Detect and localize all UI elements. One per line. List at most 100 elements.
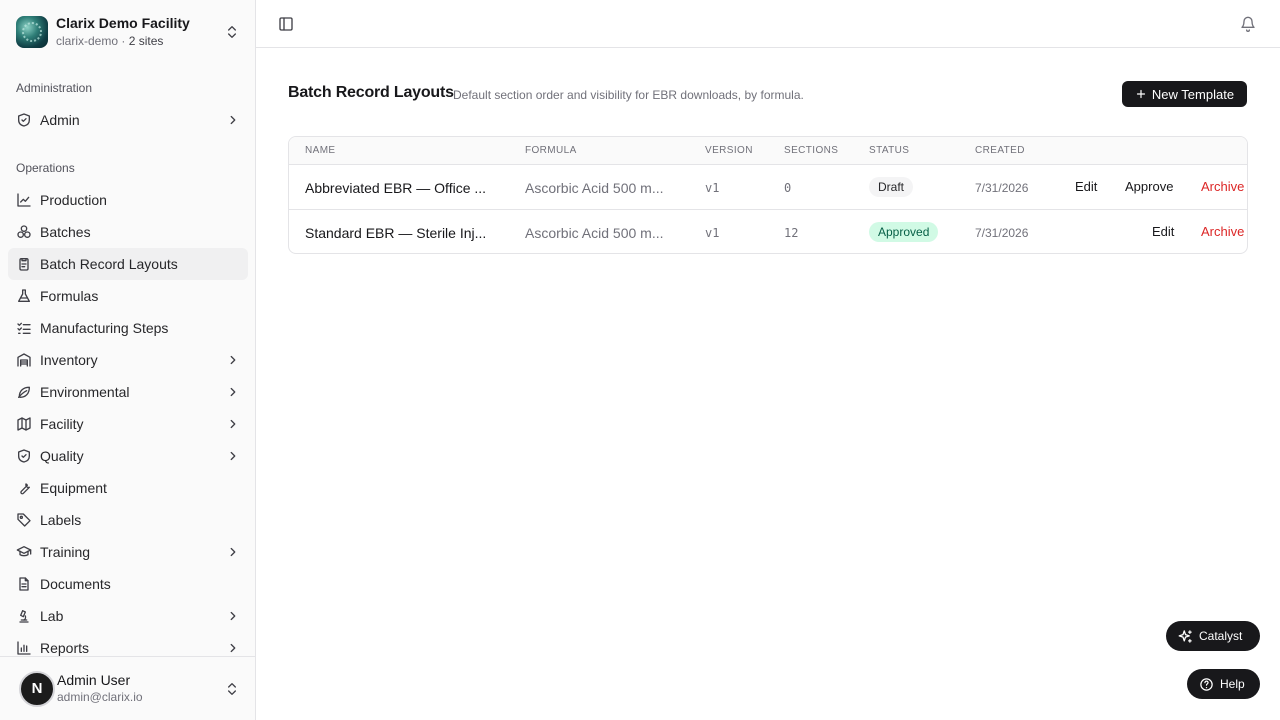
edit-button[interactable]: Edit (1075, 179, 1097, 194)
sidebar-item-inventory[interactable]: Inventory (8, 344, 248, 376)
chevron-right-icon (230, 643, 236, 653)
sidebar-nav: Administration Admin Operations Producti… (8, 72, 248, 664)
chevron-right-icon (230, 355, 236, 365)
list-checks-icon (17, 322, 31, 334)
archive-button[interactable]: Archive (1201, 224, 1244, 239)
templates-table: NAME FORMULA VERSION SECTIONS STATUS CRE… (288, 136, 1248, 254)
sidebar-item-label: Production (40, 192, 107, 208)
chevron-right-icon (230, 419, 236, 429)
user-menu[interactable]: N Admin User admin@clarix.io (0, 656, 255, 720)
chevron-right-icon (230, 451, 236, 461)
sidebar-item-equipment[interactable]: Equipment (8, 472, 248, 504)
sidebar-item-label: Batches (40, 224, 91, 240)
status-badge: Draft (869, 177, 914, 197)
archive-button[interactable]: Archive (1201, 179, 1244, 194)
header-formula[interactable]: FORMULA (525, 145, 577, 156)
org-slug: clarix-demo (56, 34, 119, 49)
table-row[interactable]: Standard EBR — Sterile Inj... Ascorbic A… (289, 210, 1247, 253)
sidebar-item-label: Documents (40, 576, 111, 592)
org-switcher[interactable]: Clarix Demo Facility clarix-demo · 2 sit… (8, 8, 248, 56)
user-email: admin@clarix.io (57, 690, 143, 705)
sidebar-item-label: Batch Record Layouts (40, 256, 178, 272)
help-circle-icon (1200, 677, 1213, 691)
sidebar-item-label: Facility (40, 416, 84, 432)
new-template-button[interactable]: New Template (1122, 81, 1247, 107)
sidebar-item-facility[interactable]: Facility (8, 408, 248, 440)
boxes-icon (17, 225, 31, 238)
sidebar-item-formulas[interactable]: Formulas (8, 280, 248, 312)
sidebar-toggle-icon[interactable] (278, 16, 294, 32)
chevrons-up-down-icon (228, 682, 236, 695)
page-title: Batch Record Layouts (288, 84, 454, 101)
avatar: N (19, 670, 55, 707)
table-header: NAME FORMULA VERSION SECTIONS STATUS CRE… (289, 137, 1247, 165)
sidebar-item-batch-record-layouts[interactable]: Batch Record Layouts (8, 248, 248, 280)
tag-icon (17, 513, 31, 527)
sidebar-item-lab[interactable]: Lab (8, 600, 248, 632)
sidebar-item-production[interactable]: Production (8, 184, 248, 216)
sparkles-icon (1178, 629, 1192, 643)
cell-version: v1 (705, 181, 720, 195)
bell-icon[interactable] (1240, 16, 1256, 32)
help-button[interactable]: Help (1187, 669, 1260, 699)
chevron-right-icon (230, 115, 236, 125)
org-name: Clarix Demo Facility (56, 15, 190, 32)
sidebar-item-label: Formulas (40, 288, 99, 304)
sidebar-item-labels[interactable]: Labels (8, 504, 248, 536)
sidebar-item-quality[interactable]: Quality (8, 440, 248, 472)
catalyst-button[interactable]: Catalyst (1166, 621, 1260, 651)
sidebar-item-label: Inventory (40, 352, 98, 368)
help-label: Help (1220, 677, 1245, 691)
cell-name[interactable]: Abbreviated EBR — Office ... (305, 180, 495, 196)
leaf-icon (18, 386, 30, 398)
warehouse-icon (17, 353, 31, 367)
cell-formula: Ascorbic Acid 500 m... (525, 225, 664, 241)
header-version[interactable]: VERSION (705, 145, 753, 156)
page-description: Default section order and visibility for… (453, 88, 804, 102)
header-sections[interactable]: SECTIONS (784, 145, 838, 156)
edit-button[interactable]: Edit (1152, 224, 1174, 239)
group-label-administration: Administration (16, 81, 93, 95)
status-badge: Approved (869, 222, 939, 242)
cell-formula: Ascorbic Acid 500 m... (525, 180, 664, 196)
sidebar: Clarix Demo Facility clarix-demo · 2 sit… (0, 0, 256, 720)
header-name[interactable]: NAME (305, 145, 336, 156)
graduation-cap-icon (16, 546, 32, 557)
catalyst-label: Catalyst (1199, 629, 1243, 643)
sidebar-item-label: Admin (40, 112, 80, 128)
sidebar-item-label: Reports (40, 640, 90, 656)
sidebar-item-label: Quality (40, 448, 84, 464)
sidebar-item-label: Labels (40, 512, 82, 528)
approve-button[interactable]: Approve (1125, 179, 1173, 194)
topbar (256, 0, 1280, 48)
header-created[interactable]: CREATED (975, 145, 1025, 156)
sidebar-item-documents[interactable]: Documents (8, 568, 248, 600)
sidebar-item-training[interactable]: Training (8, 536, 248, 568)
sidebar-item-label: Training (40, 544, 91, 560)
shield-check-icon (18, 113, 30, 127)
sidebar-item-label: Manufacturing Steps (40, 320, 169, 336)
chevrons-up-down-icon (228, 26, 236, 38)
sidebar-item-admin[interactable]: Admin (8, 104, 248, 136)
chevron-right-icon (230, 387, 236, 397)
chevron-right-icon (230, 611, 236, 621)
map-icon (17, 417, 31, 431)
header-status[interactable]: STATUS (869, 145, 909, 156)
cell-created: 7/31/2026 (975, 226, 1029, 240)
sidebar-item-manufacturing-steps[interactable]: Manufacturing Steps (8, 312, 248, 344)
cell-sections: 12 (784, 226, 799, 240)
bar-chart-icon (17, 641, 31, 655)
chevron-right-icon (230, 547, 236, 557)
wrench-icon (20, 483, 30, 495)
table-row[interactable]: Abbreviated EBR — Office ... Ascorbic Ac… (289, 165, 1247, 210)
sidebar-item-environmental[interactable]: Environmental (8, 376, 248, 408)
group-label-operations: Operations (16, 161, 75, 175)
cell-name[interactable]: Standard EBR — Sterile Inj... (305, 225, 495, 241)
sidebar-item-label: Equipment (40, 480, 107, 496)
org-sites: 2 sites (128, 34, 164, 49)
sidebar-item-batches[interactable]: Batches (8, 216, 248, 248)
shield-check-icon (18, 449, 30, 463)
cell-created: 7/31/2026 (975, 181, 1029, 195)
clipboard-icon (19, 258, 29, 271)
cell-version: v1 (705, 226, 720, 240)
